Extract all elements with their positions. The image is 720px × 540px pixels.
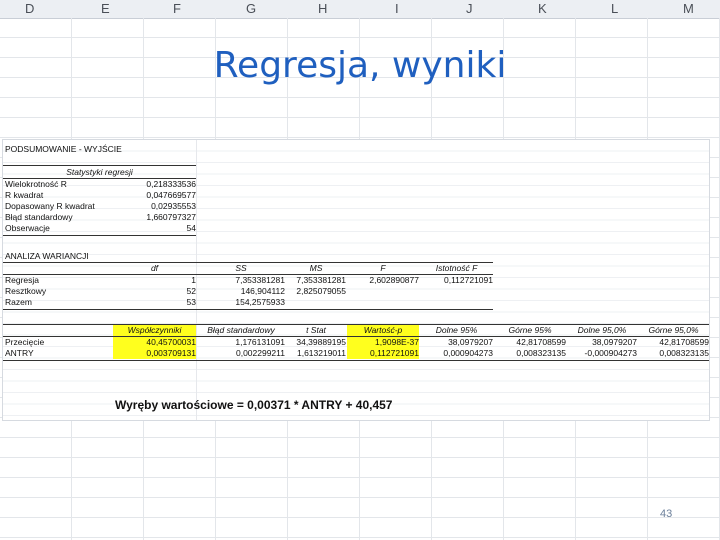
anova-cell-ss: 146,904112 (240, 286, 285, 296)
anova-title: ANALIZA WARIANCJI (5, 251, 89, 261)
anova-row-label: Regresja (5, 275, 40, 285)
coef-header-upper-95-0: Górne 95,0% (648, 325, 699, 335)
column-header-k[interactable]: K (538, 1, 547, 16)
coef-cell: 0,003709131 (113, 348, 196, 359)
reg-stat-value: 0,047669577 (146, 190, 196, 200)
coef-header-std-error: Błąd standardowy (207, 325, 275, 335)
anova-header-f: F (380, 263, 386, 273)
reg-stat-value: 54 (186, 223, 196, 233)
anova-header-df: df (150, 263, 159, 273)
coef-header-t-stat: t Stat (306, 325, 326, 335)
coef-cell: 0,000904273 (443, 348, 493, 358)
anova-cell-f: 2,602890877 (369, 275, 419, 285)
anova-header-ms: MS (309, 263, 323, 273)
anova-header-significance: Istotność F (435, 263, 478, 273)
coef-cell: 1,613219011 (296, 348, 346, 358)
anova-cell-df: 53 (186, 297, 196, 307)
column-header-e[interactable]: E (101, 1, 110, 16)
reg-stat-value: 0,02935553 (151, 201, 196, 211)
reg-stat-label: Wielokrotność R (5, 179, 67, 189)
coef-cell: 0,008323135 (516, 348, 566, 358)
coef-cell: 38,0979207 (448, 337, 493, 347)
page-number: 43 (660, 508, 673, 520)
regression-equation: Wyręby wartościowe = 0,00371 * ANTRY + 4… (115, 398, 393, 412)
reg-stat-label: Obserwacje (5, 223, 50, 233)
anova-header-ss: SS (235, 263, 247, 273)
reg-stats-top-rule (3, 165, 196, 166)
coef-cell: 34,39889195 (296, 337, 346, 347)
coef-cell: 1,176131091 (235, 337, 285, 347)
coef-cell: 0,008323135 (659, 348, 709, 358)
spreadsheet-column-headers: D E F G H I J K L M (0, 0, 720, 19)
column-header-i[interactable]: I (395, 1, 399, 16)
anova-cell-significance: 0,112721091 (443, 275, 493, 285)
coef-cell: 0,002299211 (235, 348, 285, 358)
column-header-m[interactable]: M (683, 1, 694, 16)
anova-cell-df: 52 (186, 286, 196, 296)
coef-cell: -0,000904273 (584, 348, 637, 358)
coef-row-label: ANTRY (5, 348, 34, 358)
reg-stat-label: R kwadrat (5, 190, 44, 200)
coef-cell: 38,0979207 (592, 337, 637, 347)
reg-stats-title: Statystyki regresji (66, 167, 133, 177)
anova-row-label: Resztkowy (5, 286, 47, 296)
summary-header: PODSUMOWANIE - WYJŚCIE (5, 144, 122, 154)
reg-stat-label: Dopasowany R kwadrat (5, 201, 95, 211)
anova-cell-df: 1 (191, 275, 196, 285)
reg-stat-value: 1,660797327 (146, 212, 196, 222)
anova-cell-ms: 7,353381281 (296, 275, 346, 285)
coef-cell: 0,112721091 (347, 348, 419, 359)
column-header-g[interactable]: G (246, 1, 256, 16)
anova-cell-ss: 7,353381281 (235, 275, 285, 285)
coef-header-upper-95: Górne 95% (508, 325, 552, 335)
coef-header-p-value: Wartość-p (347, 325, 419, 336)
column-header-d[interactable]: D (25, 1, 34, 16)
column-header-h[interactable]: H (318, 1, 327, 16)
coef-cell: 1,9098E-37 (347, 337, 419, 348)
coef-header-coefficients: Współczynniki (113, 325, 196, 336)
anova-bottom-rule (3, 309, 493, 310)
anova-cell-ss: 154,2575933 (235, 297, 285, 307)
column-header-f[interactable]: F (173, 1, 181, 16)
column-header-l[interactable]: L (611, 1, 618, 16)
coef-cell: 40,45700031 (113, 337, 196, 348)
regression-output-sheet: PODSUMOWANIE - WYJŚCIE Statystyki regres… (2, 139, 710, 421)
reg-stat-label: Błąd standardowy (5, 212, 73, 222)
coef-bottom-rule (3, 360, 709, 361)
column-header-j[interactable]: J (466, 1, 473, 16)
coef-header-lower-95: Dolne 95% (435, 325, 478, 335)
coef-header-lower-95-0: Dolne 95,0% (577, 325, 627, 335)
reg-stat-value: 0,218333536 (146, 179, 196, 189)
coef-cell: 42,81708599 (516, 337, 566, 347)
anova-row-label: Razem (5, 297, 32, 307)
reg-stats-bottom-rule (3, 235, 196, 236)
coef-cell: 42,81708599 (659, 337, 709, 347)
slide-title: Regresja, wyniki (213, 45, 507, 86)
coef-row-label: Przecięcie (5, 337, 45, 347)
anova-cell-ms: 2,825079055 (296, 286, 346, 296)
